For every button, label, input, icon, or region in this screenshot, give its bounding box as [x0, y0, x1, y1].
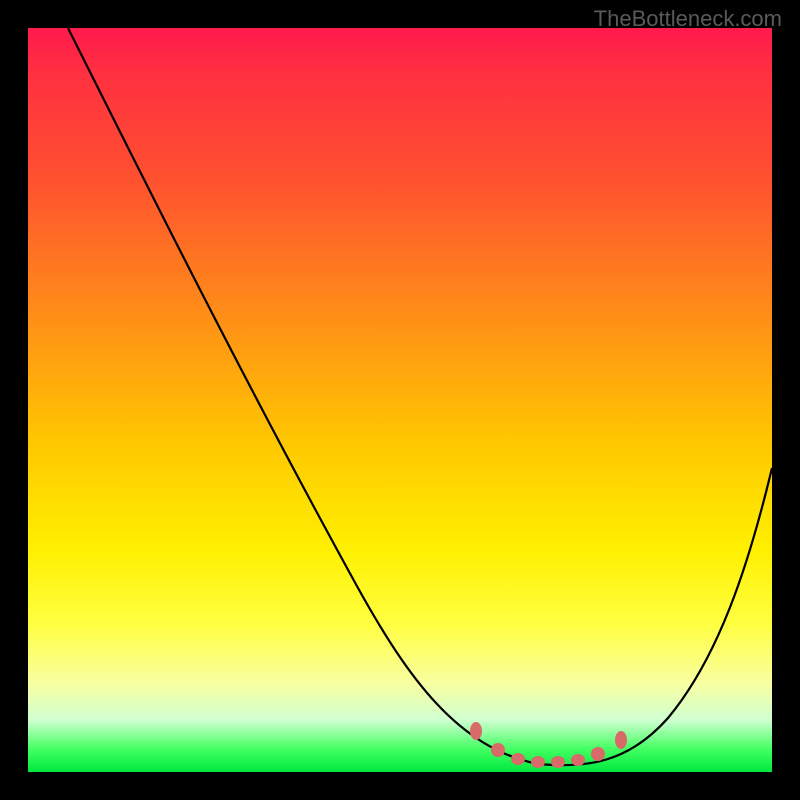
marker-dot	[511, 753, 525, 765]
marker-dot	[491, 743, 505, 757]
watermark-text: TheBottleneck.com	[594, 6, 782, 32]
marker-dot	[470, 722, 482, 740]
marker-dot	[591, 747, 605, 761]
marker-dot	[531, 756, 545, 768]
bottleneck-curve	[28, 28, 772, 772]
marker-dot	[571, 754, 585, 766]
marker-dot	[551, 756, 565, 768]
marker-dot	[615, 731, 627, 749]
curve-path	[68, 28, 772, 765]
chart-plot-area	[28, 28, 772, 772]
